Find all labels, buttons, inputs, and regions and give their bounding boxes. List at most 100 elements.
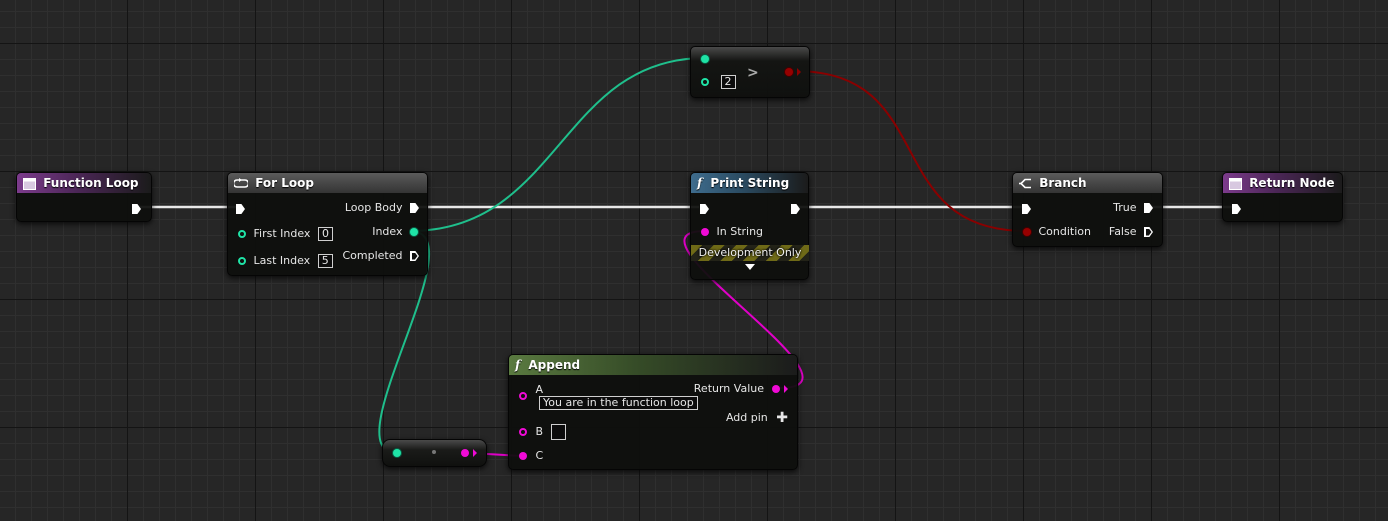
true-exec-pin[interactable]	[1144, 203, 1153, 213]
greater-than-operator: >	[747, 65, 759, 81]
condition-pin-row[interactable]: Condition	[1023, 225, 1091, 239]
append-b-pin[interactable]	[519, 428, 527, 436]
exec-in-pin[interactable]	[700, 204, 709, 214]
index-pin-row[interactable]: Index	[372, 225, 418, 239]
completed-exec-pin[interactable]	[410, 251, 419, 261]
loop-body-exec-pin[interactable]	[410, 203, 419, 213]
blueprint-graph-canvas[interactable]: Function Loop For Loop First Index 0 Las…	[0, 0, 1388, 521]
append-return-pin-row[interactable]: Return Value	[694, 382, 788, 396]
function-entry-node[interactable]: Function Loop	[16, 172, 152, 222]
compare-result-pin[interactable]	[784, 68, 793, 76]
print-string-exec-in[interactable]	[700, 202, 709, 216]
add-pin-button[interactable]: Add pin ✚	[726, 411, 788, 425]
compare-result-arrow-icon	[797, 68, 801, 76]
loop-icon	[234, 178, 248, 188]
completed-label: Completed	[342, 249, 403, 262]
append-a-label: A	[535, 383, 544, 396]
conversion-in-pin[interactable]	[393, 449, 401, 457]
compare-result-pin-row[interactable]	[784, 65, 801, 79]
exec-in-pin[interactable]	[1232, 204, 1241, 214]
print-string-header[interactable]: f Print String	[691, 173, 808, 193]
condition-label: Condition	[1038, 225, 1092, 238]
append-b-label: B	[535, 425, 544, 438]
compare-b-pin-row[interactable]: 2	[701, 75, 736, 89]
first-index-label: First Index	[253, 227, 311, 240]
branch-header[interactable]: Branch	[1013, 173, 1162, 193]
return-node[interactable]: Return Node	[1222, 172, 1343, 222]
function-f-icon: f	[697, 176, 703, 190]
conversion-out-arrow-icon	[473, 449, 477, 457]
true-pin-row[interactable]: True	[1113, 201, 1153, 215]
append-return-pin[interactable]	[771, 385, 780, 393]
loop-body-label: Loop Body	[344, 201, 403, 214]
chevron-down-icon[interactable]	[745, 264, 755, 270]
condition-pin[interactable]	[1023, 228, 1031, 236]
exec-out-pin[interactable]	[791, 204, 800, 214]
append-b-input[interactable]	[550, 424, 566, 440]
conversion-out-pin[interactable]	[460, 449, 469, 457]
append-c-label: C	[535, 449, 544, 462]
development-only-banner: Development Only	[691, 245, 809, 261]
return-node-header[interactable]: Return Node	[1223, 173, 1342, 193]
append-node[interactable]: f Append A You are in the function loop …	[508, 354, 798, 470]
append-header[interactable]: f Append	[509, 355, 797, 375]
for-loop-header[interactable]: For Loop	[228, 173, 427, 193]
function-entry-header[interactable]: Function Loop	[17, 173, 151, 193]
print-string-exec-out[interactable]	[791, 202, 800, 216]
false-pin-row[interactable]: False	[1109, 225, 1153, 239]
false-exec-pin[interactable]	[1144, 227, 1153, 237]
false-label: False	[1108, 225, 1137, 238]
function-entry-icon	[1229, 177, 1242, 190]
append-a-input[interactable]: You are in the function loop	[539, 396, 698, 410]
last-index-pin-row[interactable]: Last Index 5	[238, 254, 333, 268]
append-a-pin[interactable]	[519, 392, 527, 400]
loop-body-pin-row[interactable]: Loop Body	[345, 201, 419, 215]
function-entry-title: Function Loop	[43, 176, 139, 190]
append-c-pin[interactable]	[519, 452, 527, 460]
branch-exec-in[interactable]	[1022, 202, 1031, 216]
conversion-in-pin-row[interactable]	[393, 446, 401, 460]
compare-b-input[interactable]: 2	[720, 75, 736, 89]
append-return-label: Return Value	[693, 382, 764, 395]
for-loop-exec-in[interactable]	[236, 202, 245, 216]
in-string-pin-row[interactable]: In String	[701, 225, 763, 239]
exec-out-pin[interactable]	[132, 204, 141, 214]
first-index-pin-row[interactable]: First Index 0	[238, 227, 333, 241]
print-string-node[interactable]: f Print String In String Development Onl…	[690, 172, 809, 280]
append-a-input-row[interactable]: You are in the function loop	[539, 396, 698, 410]
greater-than-node[interactable]: 2 >	[690, 46, 810, 98]
index-pin[interactable]	[410, 228, 418, 236]
function-entry-icon	[23, 177, 36, 190]
append-b-pin-row[interactable]: B	[519, 424, 566, 440]
branch-title: Branch	[1039, 176, 1087, 190]
compare-b-pin[interactable]	[701, 78, 709, 86]
in-string-pin[interactable]	[701, 228, 709, 236]
append-c-pin-row[interactable]: C	[519, 449, 543, 463]
last-index-pin[interactable]	[238, 257, 246, 265]
exec-in-pin[interactable]	[1022, 204, 1031, 214]
function-entry-exec-out[interactable]	[132, 202, 141, 216]
add-pin-label: Add pin	[725, 411, 768, 424]
int-wire-index-to-compare[interactable]	[409, 57, 706, 232]
conversion-out-pin-row[interactable]	[460, 446, 477, 460]
in-string-label: In String	[716, 225, 764, 238]
return-node-title: Return Node	[1249, 176, 1335, 190]
append-return-arrow-icon	[784, 385, 788, 393]
last-index-input[interactable]: 5	[317, 254, 333, 268]
true-label: True	[1113, 201, 1137, 214]
index-label: Index	[372, 225, 403, 238]
append-title: Append	[528, 358, 581, 372]
print-string-title: Print String	[710, 176, 790, 190]
exec-in-pin[interactable]	[236, 204, 245, 214]
first-index-pin[interactable]	[238, 230, 246, 238]
int-to-string-conversion-node[interactable]	[382, 439, 487, 467]
first-index-input[interactable]: 0	[317, 227, 333, 241]
compare-a-pin-row[interactable]	[701, 52, 709, 66]
return-exec-in[interactable]	[1232, 202, 1241, 216]
plus-icon: ✚	[776, 410, 788, 426]
function-f-icon: f	[515, 358, 521, 372]
for-loop-node[interactable]: For Loop First Index 0 Last Index 5 Loop…	[227, 172, 428, 276]
branch-node[interactable]: Branch Condition True False	[1012, 172, 1163, 247]
completed-pin-row[interactable]: Completed	[342, 249, 419, 263]
compare-a-pin[interactable]	[701, 55, 709, 63]
